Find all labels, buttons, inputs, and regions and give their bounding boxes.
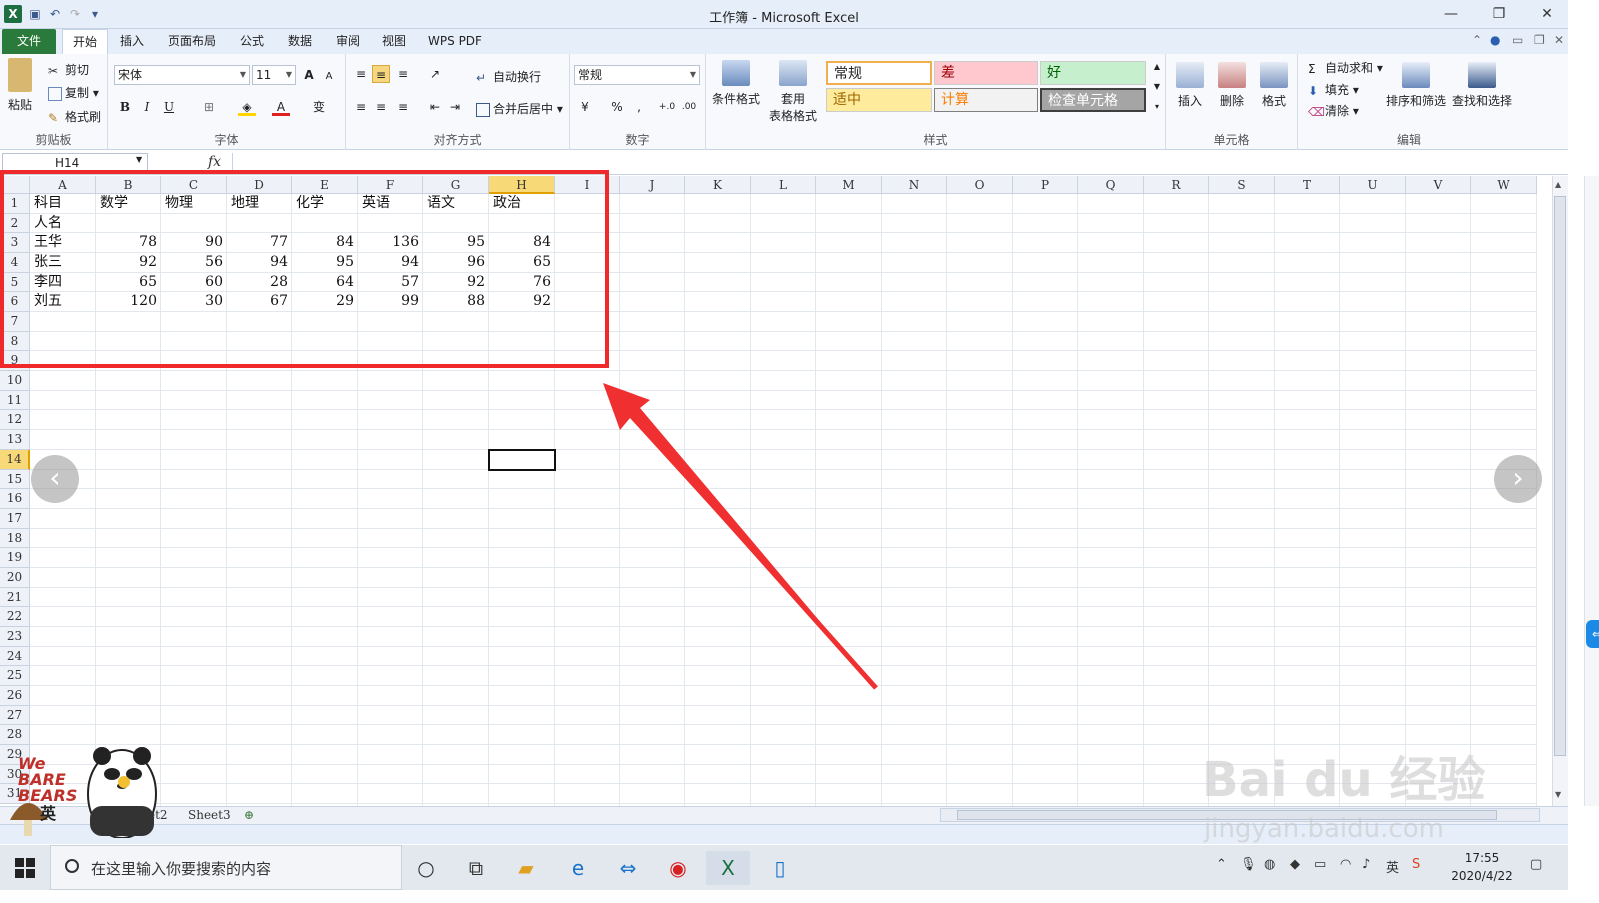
- sogou-icon[interactable]: S: [1412, 857, 1420, 872]
- task-view-icon[interactable]: ⧉: [454, 851, 498, 885]
- battery-icon[interactable]: ▭: [1314, 857, 1326, 872]
- search-icon: [65, 859, 79, 873]
- prev-slide-icon[interactable]: ‹: [31, 455, 79, 503]
- clock-date: 2020/4/22: [1451, 869, 1513, 883]
- security-icon[interactable]: ◆: [1290, 857, 1300, 872]
- volume-icon[interactable]: ♪: [1362, 857, 1370, 872]
- mascot-badge: 英: [40, 804, 57, 823]
- screen-right-margin: ⇔: [1568, 0, 1599, 903]
- next-slide-icon[interactable]: ›: [1494, 455, 1542, 503]
- windows-start-icon[interactable]: [14, 857, 36, 879]
- tablet-app-icon[interactable]: ▯: [758, 851, 802, 885]
- screen-bottom-margin: [0, 890, 1599, 903]
- qq-icon[interactable]: ◍: [1264, 857, 1275, 872]
- mascot-logo: We BARE BEARS: [18, 754, 78, 805]
- new-sheet-icon[interactable]: ⊕: [244, 808, 254, 822]
- sheet-tab-3[interactable]: Sheet3: [188, 808, 231, 822]
- tray-chevron-icon[interactable]: ⌃: [1216, 857, 1227, 872]
- excel-taskbar-icon[interactable]: X: [706, 851, 750, 885]
- taskbar: 在这里输入你要搜索的内容 ○ ⧉ ▰ e ⇔ ◉ X ▯ ⌃ 🎙 ◍ ◆ ▭ ◠…: [0, 845, 1568, 890]
- vertical-scrollbar[interactable]: ▲ ▼: [1552, 176, 1568, 806]
- notifications-icon[interactable]: ▢: [1530, 857, 1542, 872]
- edge-browser-icon[interactable]: e: [556, 851, 600, 885]
- baidu-watermark: Bai du 经验: [1202, 752, 1486, 808]
- netease-music-icon[interactable]: ◉: [656, 851, 700, 885]
- teamviewer-icon[interactable]: ⇔: [606, 851, 650, 885]
- wifi-icon[interactable]: ◠: [1340, 857, 1351, 872]
- clock-time: 17:55: [1464, 851, 1500, 865]
- taskbar-clock[interactable]: 17:55 2020/4/22: [1444, 849, 1520, 885]
- scroll-thumb[interactable]: [1554, 196, 1566, 756]
- scroll-up-icon[interactable]: ▲: [1555, 180, 1561, 189]
- excel-window: X ▣ ↶ ↷ ▾ 工作簿 - Microsoft Excel — ❐ ✕ 文件…: [0, 0, 1599, 903]
- cortana-icon[interactable]: ○: [404, 851, 448, 885]
- microphone-icon[interactable]: 🎙: [1240, 857, 1257, 872]
- scroll-down-icon[interactable]: ▼: [1555, 790, 1561, 799]
- file-explorer-icon[interactable]: ▰: [504, 851, 548, 885]
- side-share-icon[interactable]: ⇔: [1586, 620, 1599, 648]
- ime-indicator[interactable]: 英: [1386, 857, 1399, 876]
- taskbar-search[interactable]: 在这里输入你要搜索的内容: [50, 845, 402, 890]
- search-placeholder: 在这里输入你要搜索的内容: [91, 860, 272, 878]
- baidu-watermark-url: jingyan.baidu.com: [1204, 814, 1444, 844]
